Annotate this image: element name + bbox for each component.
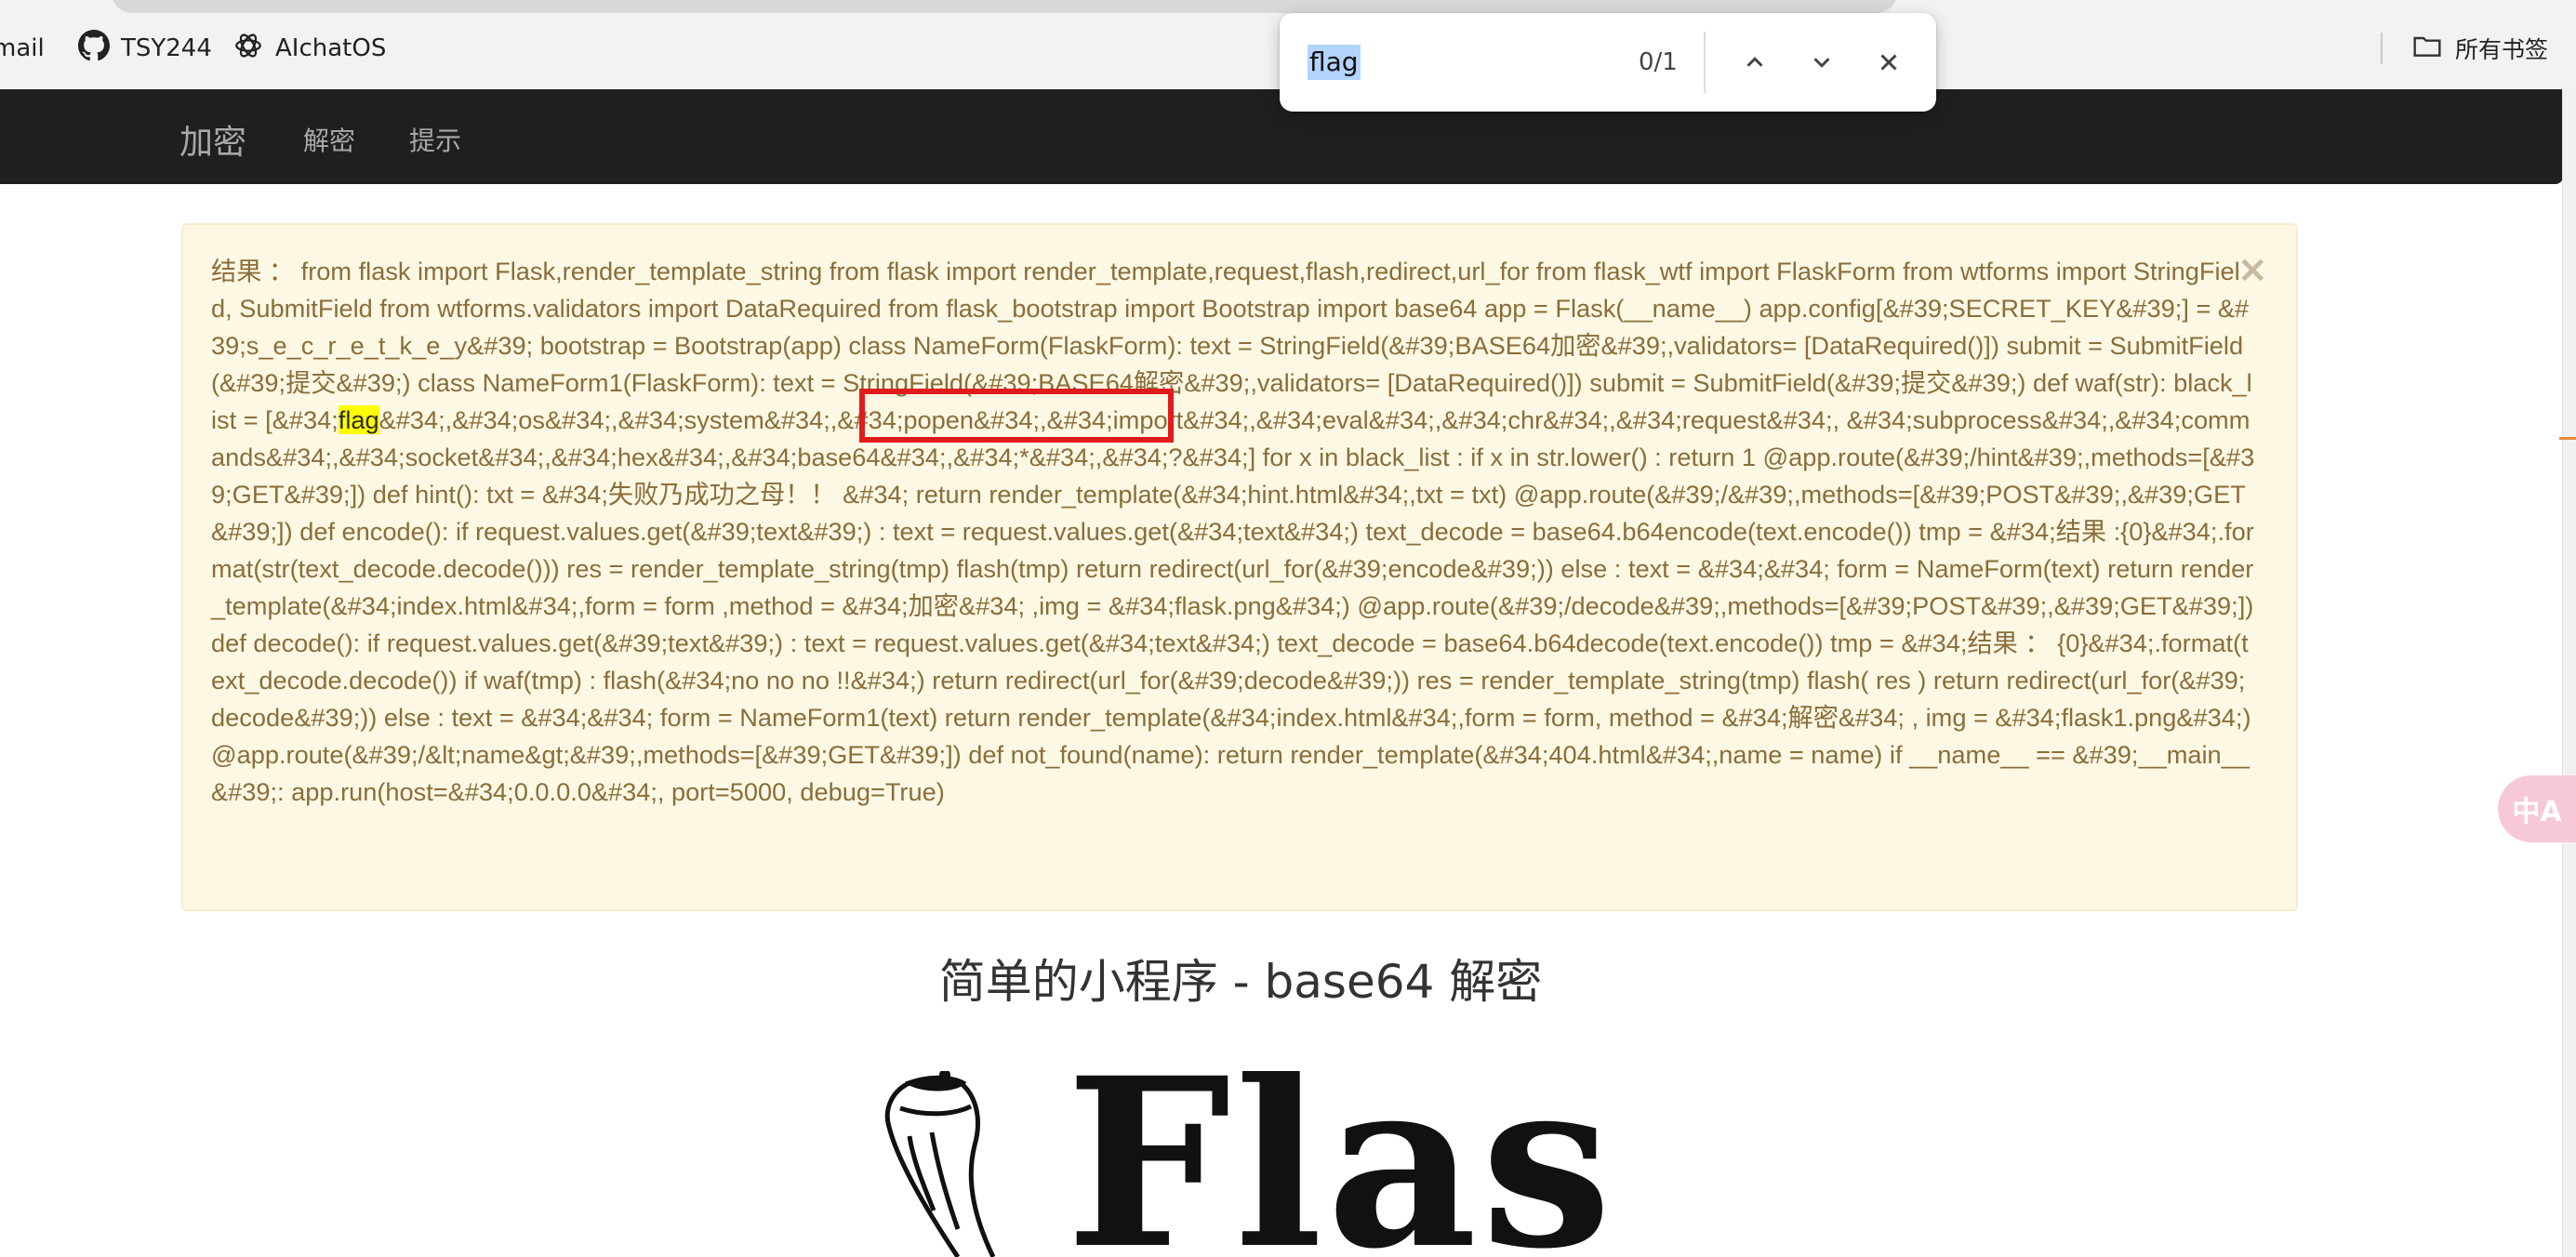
chevron-down-icon: [1813, 58, 1830, 68]
result-alert: 结果 ： from flask import Flask,render_temp…: [181, 223, 2298, 911]
bookmark-label: AIchatOS: [275, 34, 387, 62]
find-previous-button[interactable]: [1733, 41, 1776, 84]
find-match-count: 0/1: [1639, 48, 1678, 76]
annotation-red-box: [859, 389, 1174, 443]
folder-icon: [2412, 31, 2442, 66]
find-close-button[interactable]: [1867, 41, 1910, 84]
address-bar[interactable]: [112, 0, 1897, 13]
github-icon: [78, 29, 110, 68]
result-text-part: [&#34;: [258, 405, 339, 434]
translate-button[interactable]: 中A: [2498, 775, 2576, 842]
bookmark-label: TSY244: [121, 34, 212, 62]
translate-icon: 中A: [2512, 796, 2562, 828]
bookmarks-divider: [2380, 33, 2383, 64]
find-next-button[interactable]: [1800, 41, 1843, 84]
result-text-part: 结果 ： from flask import Flask,render_temp…: [211, 257, 2250, 397]
find-divider: [1704, 32, 1706, 93]
chevron-up-icon: [1746, 57, 1763, 67]
find-match-highlight: flag: [338, 405, 379, 434]
nav-link-hint[interactable]: 提示: [409, 121, 461, 158]
bookmark-aichatos[interactable]: AIchatOS: [232, 30, 386, 67]
flask-logo-wordmark: Flask: [1066, 1071, 1618, 1257]
scrollbar-find-marker: [2559, 437, 2576, 440]
nav-link-decrypt[interactable]: 解密: [303, 121, 355, 158]
all-bookmarks-label: 所有书签: [2454, 36, 2548, 63]
bookmark-tsy244[interactable]: TSY244: [78, 29, 212, 68]
find-in-page-bar: flag 0/1: [1280, 13, 1936, 112]
alert-close-button[interactable]: ×: [2237, 251, 2268, 288]
all-bookmarks-button[interactable]: 所有书签: [2380, 30, 2548, 67]
openai-icon: [232, 30, 264, 68]
close-icon: [1880, 54, 1897, 71]
flask-logo: Flask: [856, 1071, 1618, 1257]
page-scrollbar[interactable]: [2562, 89, 2576, 1257]
find-input[interactable]: flag: [1308, 45, 1361, 80]
bookmark-mail[interactable]: mail: [0, 30, 45, 67]
page-title: 简单的小程序 - base64 解密: [938, 955, 1543, 1009]
result-text-part: &#34;,&#34;os&#34;,&#34;system&#34;,&#34…: [211, 405, 2255, 806]
nav-brand-encrypt[interactable]: 加密: [179, 115, 246, 164]
bookmark-label: mail: [0, 34, 45, 62]
flask-horn-icon: [884, 1071, 996, 1257]
result-source-code: 结果 ： from flask import Flask,render_temp…: [211, 253, 2257, 811]
